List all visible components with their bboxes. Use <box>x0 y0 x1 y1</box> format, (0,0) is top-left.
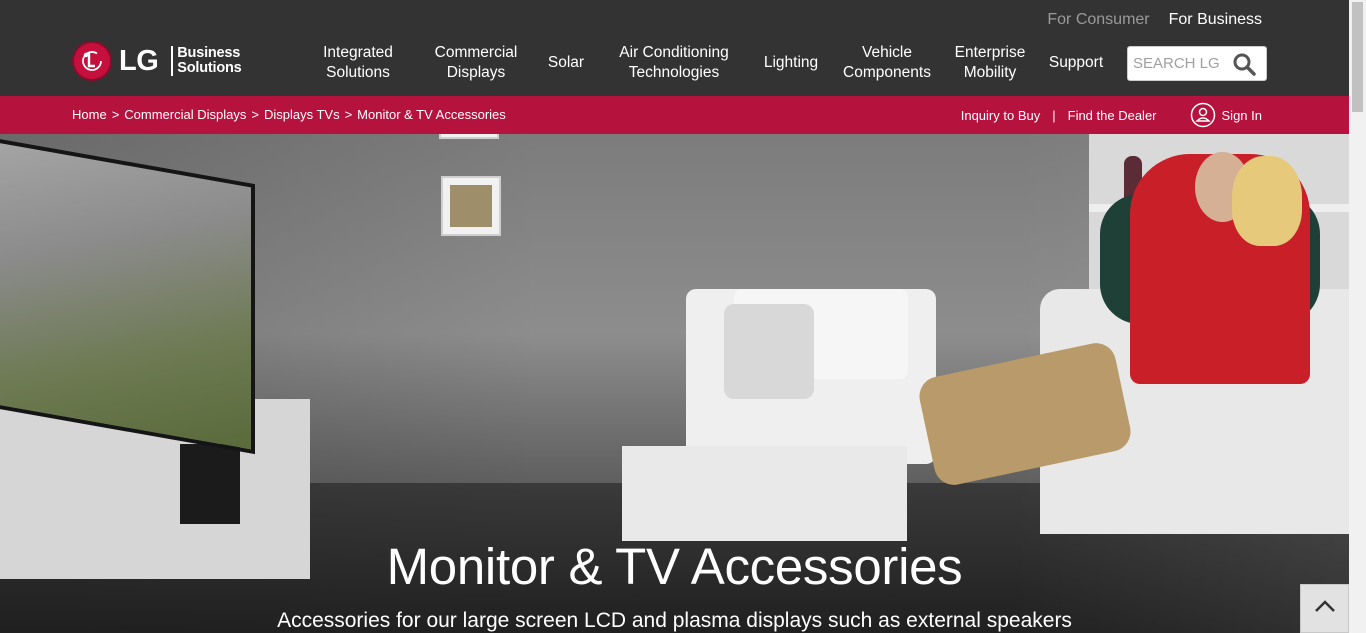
nav-item-commercial-displays[interactable]: Commercial Displays <box>435 43 518 83</box>
breadcrumb-commercial-displays[interactable]: Commercial Displays <box>124 107 246 122</box>
breadcrumb-separator: > <box>251 107 259 122</box>
utility-links: Inquiry to Buy | Find the Dealer Sign In <box>961 102 1262 128</box>
breadcrumb-separator: > <box>111 107 120 122</box>
for-business-link[interactable]: For Business <box>1169 11 1262 29</box>
logo-brand-text: LG <box>119 44 159 77</box>
nav-item-air-conditioning[interactable]: Air Conditioning Technologies <box>619 43 728 83</box>
nav-item-lighting[interactable]: Lighting <box>764 53 818 73</box>
breadcrumb-home[interactable]: Home <box>72 107 107 122</box>
lg-business-logo[interactable]: LG Business Solutions <box>72 41 242 81</box>
for-consumer-link[interactable]: For Consumer <box>1047 11 1149 29</box>
breadcrumb-displays-tvs[interactable]: Displays TVs <box>264 107 340 122</box>
site-header: For Consumer For Business LG Business So… <box>0 0 1349 96</box>
nav-label-line1: Air Conditioning <box>619 44 729 61</box>
logo-divider <box>171 46 174 76</box>
nav-item-support[interactable]: Support <box>1049 53 1103 73</box>
search-box <box>1127 46 1267 81</box>
logo-tagline-line1: Business <box>177 45 241 61</box>
breadcrumb: Home > Commercial Displays > Displays TV… <box>72 107 506 122</box>
nav-label-line1: Solar <box>547 54 585 71</box>
nav-label-line1: Integrated <box>323 44 393 61</box>
nav-label-line2: Technologies <box>628 64 720 81</box>
search-icon[interactable] <box>1232 52 1258 76</box>
nav-label-line1: Support <box>1048 54 1104 71</box>
search-input[interactable] <box>1128 47 1228 80</box>
breadcrumb-bar: Home > Commercial Displays > Displays TV… <box>0 96 1349 134</box>
nav-label-line1: Enterprise <box>954 44 1026 61</box>
nav-item-enterprise-mobility[interactable]: Enterprise Mobility <box>955 43 1026 83</box>
sign-in-link[interactable]: Sign In <box>1222 108 1262 123</box>
nav-label-line2: Solutions <box>326 64 390 81</box>
breadcrumb-separator: > <box>344 107 353 122</box>
logo-tagline: Business Solutions <box>177 46 241 76</box>
inquiry-to-buy-link[interactable]: Inquiry to Buy <box>961 108 1041 123</box>
chevron-up-icon <box>1314 599 1336 618</box>
nav-label-line2: Components <box>843 64 931 81</box>
user-icon[interactable] <box>1190 102 1216 128</box>
find-dealer-link[interactable]: Find the Dealer <box>1068 108 1157 123</box>
scrollbar-thumb[interactable] <box>1352 2 1363 112</box>
page-title: Monitor & TV Accessories <box>386 538 963 595</box>
audience-switch: For Consumer For Business <box>1047 11 1262 29</box>
logo-tagline-line2: Solutions <box>177 60 242 76</box>
page-scrollbar[interactable] <box>1349 0 1366 633</box>
nav-label-line1: Vehicle <box>862 44 912 61</box>
nav-item-vehicle-components[interactable]: Vehicle Components <box>843 43 931 83</box>
hero-banner: Monitor & TV Accessories Accessories for… <box>0 134 1349 633</box>
nav-label-line1: Lighting <box>763 54 819 71</box>
nav-label-line2: Displays <box>446 64 506 81</box>
nav-item-integrated-solutions[interactable]: Integrated Solutions <box>323 43 393 83</box>
back-to-top-button[interactable] <box>1300 584 1349 633</box>
lg-logo-icon <box>72 41 112 81</box>
page-subtitle: Accessories for our large screen LCD and… <box>277 609 1072 632</box>
breadcrumb-current: Monitor & TV Accessories <box>357 107 506 122</box>
nav-item-solar[interactable]: Solar <box>548 53 584 73</box>
nav-label-line1: Commercial <box>434 44 518 61</box>
nav-label-line2: Mobility <box>963 64 1017 81</box>
utility-divider: | <box>1052 107 1056 123</box>
